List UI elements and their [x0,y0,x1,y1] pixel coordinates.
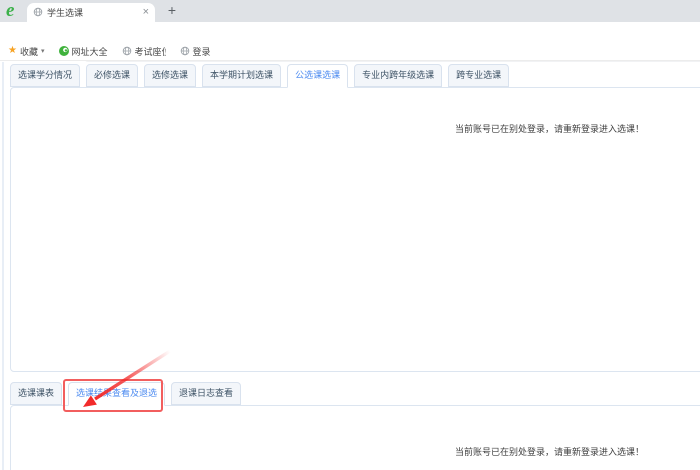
tab-drop-log[interactable]: 退课日志查看 [171,382,241,405]
tab-cross-major[interactable]: 跨专业选课 [448,64,509,87]
favicon-globe-icon [33,4,43,22]
bookmark-exam-seat[interactable]: 考试座位 [122,45,166,58]
browser-tab-title: 学生选课 [47,6,143,19]
browser-toolbar: 证书风险 https://10.0.3.88/jsxsd/xsxk/xsxk_i… [0,22,700,42]
globe-icon [180,46,190,56]
tab-credit-info[interactable]: 选课学分情况 [10,64,80,87]
login-elsewhere-message-bottom: 当前账号已在别处登录，请重新登录进入选课！ [455,445,644,458]
bookmark-label: 收藏 [20,45,38,58]
browser-tab-active[interactable]: 学生选课 × [27,3,155,22]
close-tab-icon[interactable]: × [143,7,149,18]
green-nav-icon [59,46,69,56]
globe-icon [122,46,132,56]
bottom-tab-content-panel [10,405,700,470]
tab-public-elective[interactable]: 公选课选课 [287,64,348,88]
tab-semester-plan[interactable]: 本学期计划选课 [202,64,281,87]
bookmark-label: 考试座位 [135,45,166,58]
star-icon: ★ [8,46,17,56]
tab-cross-grade[interactable]: 专业内跨年级选课 [354,64,442,87]
login-elsewhere-message: 当前账号已在别处登录，请重新登录进入选课！ [455,122,644,135]
bookmark-nav-site[interactable]: 网址大全 [59,45,108,58]
chevron-down-icon: ▾ [41,47,45,55]
bookmark-login[interactable]: 登录 [180,45,211,58]
course-selection-tabs: 选课学分情况 必修选课 选修选课 本学期计划选课 公选课选课 专业内跨年级选课 … [10,64,509,88]
screenshot-stage: e 学生选课 × + 证书风险 https://10.0.3.88 [0,0,700,470]
selection-result-tabs: 选课课表 选课结果查看及退选 退课日志查看 [10,382,241,406]
new-tab-button[interactable]: + [164,2,180,18]
page-frame-border [2,62,4,470]
bookmark-favorites[interactable]: ★ 收藏 ▾ [8,45,45,58]
tab-selection-result[interactable]: 选课结果查看及退选 [68,382,165,406]
browser-logo-icon[interactable]: e [6,0,14,22]
bookmark-label: 登录 [193,45,211,58]
bookmark-label: 网址大全 [72,45,108,58]
bookmarks-bar: ★ 收藏 ▾ 网址大全 考试座位 登录 [0,42,700,61]
tab-required-course[interactable]: 必修选课 [86,64,138,87]
tab-elective-course[interactable]: 选修选课 [144,64,196,87]
browser-tab-strip: e 学生选课 × + [0,0,700,22]
tab-timetable[interactable]: 选课课表 [10,382,62,405]
